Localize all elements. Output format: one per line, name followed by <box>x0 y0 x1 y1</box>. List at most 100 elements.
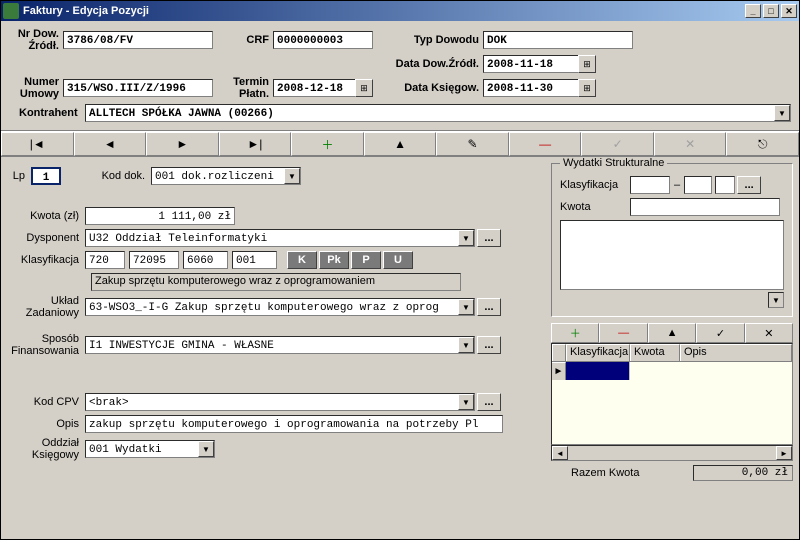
up-button[interactable]: ▲ <box>364 132 437 156</box>
typ-dowodu-label: Typ Dowodu <box>373 34 483 46</box>
kod-cpv-dropdown-icon[interactable]: ▼ <box>458 394 474 410</box>
app-icon <box>3 3 19 19</box>
kod-dok-label: Kod dok. <box>81 170 151 182</box>
data-dow-calendar-icon[interactable]: ⊞ <box>578 55 596 73</box>
minimize-button[interactable]: _ <box>745 4 761 18</box>
ws-klas-browse-button[interactable]: ... <box>737 176 761 194</box>
ws-cell-klas[interactable] <box>566 362 630 380</box>
kontrahent-dropdown-icon[interactable]: ▼ <box>774 105 790 121</box>
dysponent-browse-button[interactable]: ... <box>477 229 501 247</box>
seg-pk-button[interactable]: Pk <box>319 251 349 269</box>
ws-klas-field-1[interactable] <box>630 176 670 194</box>
ws-scroll-right-icon[interactable]: ► <box>776 446 792 460</box>
confirm-button[interactable]: ✓ <box>581 132 654 156</box>
uklad-browse-button[interactable]: ... <box>477 298 501 316</box>
close-button[interactable]: ✕ <box>781 4 797 18</box>
klas-field-3[interactable]: 6060 <box>183 251 228 269</box>
ws-kwota-label: Kwota <box>560 201 630 213</box>
add-record-button[interactable]: ＋ <box>291 132 364 156</box>
nr-dow-label: Nr Dow. Źródł. <box>9 28 63 52</box>
oddzial-field[interactable]: 001 Wydatki <box>85 440 215 458</box>
data-ksieg-calendar-icon[interactable]: ⊞ <box>578 79 596 97</box>
ws-razem-value: 0,00 zł <box>693 465 793 481</box>
prev-record-button[interactable]: ◄ <box>74 132 147 156</box>
klas-field-2[interactable]: 72095 <box>129 251 179 269</box>
ws-up-button[interactable]: ▲ <box>648 323 696 343</box>
termin-platn-field[interactable]: 2008-12-18 <box>273 79 355 97</box>
titlebar: Faktury - Edycja Pozycji _ □ ✕ <box>1 1 799 21</box>
oddzial-dropdown-icon[interactable]: ▼ <box>198 441 214 457</box>
opis-field[interactable]: zakup sprzętu komputerowego i oprogramow… <box>85 415 503 433</box>
ws-delete-button[interactable]: — <box>599 323 647 343</box>
seg-k-button[interactable]: K <box>287 251 317 269</box>
ws-grid-header-klas[interactable]: Klasyfikacja <box>566 344 630 361</box>
kod-dok-field[interactable]: 001 dok.rozliczeni <box>151 167 301 185</box>
ws-cancel-button[interactable]: ✕ <box>745 323 793 343</box>
left-form: Lp 1 Kod dok. 001 dok.rozliczeni ▼ Kwota… <box>1 157 549 539</box>
oddzial-label: Oddział Księgowy <box>11 437 85 461</box>
ws-grid-header-kwota[interactable]: Kwota <box>630 344 680 361</box>
ws-textarea-scroll-icon[interactable]: ▼ <box>768 292 784 308</box>
opis-label: Opis <box>11 418 85 430</box>
last-record-button[interactable]: ►| <box>219 132 292 156</box>
ws-klas-field-3[interactable] <box>715 176 735 194</box>
cancel-button[interactable]: ✕ <box>654 132 727 156</box>
sposob-browse-button[interactable]: ... <box>477 336 501 354</box>
seg-p-button[interactable]: P <box>351 251 381 269</box>
kod-dok-dropdown-icon[interactable]: ▼ <box>284 168 300 184</box>
data-ksieg-field[interactable]: 2008-11-30 <box>483 79 578 97</box>
ws-title: Wydatki Strukturalne <box>560 157 667 169</box>
typ-dowodu-field[interactable]: DOK <box>483 31 633 49</box>
kontrahent-field[interactable]: ALLTECH SPÓŁKA JAWNA (00266) <box>85 104 791 122</box>
uklad-dropdown-icon[interactable]: ▼ <box>458 299 474 315</box>
kwota-label: Kwota (zł) <box>11 210 85 222</box>
edit-button[interactable]: ✎ <box>436 132 509 156</box>
dysponent-dropdown-icon[interactable]: ▼ <box>458 230 474 246</box>
uklad-field[interactable]: 63-WSO3_-I-G Zakup sprzętu komputerowego… <box>85 298 475 316</box>
ws-grid-row[interactable]: ► <box>552 362 792 380</box>
ws-row-indicator-icon: ► <box>552 362 566 380</box>
ws-dash: – <box>670 179 684 191</box>
next-record-button[interactable]: ► <box>146 132 219 156</box>
dysponent-field[interactable]: U32 Oddział Teleinformatyki <box>85 229 475 247</box>
data-dow-label: Data Dow.Źródł. <box>373 58 483 70</box>
sposob-label: Sposób Finansowania <box>11 333 85 357</box>
termin-platn-label: Termin Płatn. <box>213 76 273 100</box>
sposob-field[interactable]: I1 INWESTYCJE GMINA - WŁASNE <box>85 336 475 354</box>
ws-razem-label: Razem Kwota <box>551 467 693 479</box>
ws-confirm-button[interactable]: ✓ <box>696 323 744 343</box>
nr-dow-field[interactable]: 3786/08/FV <box>63 31 213 49</box>
ws-klas-field-2[interactable] <box>684 176 712 194</box>
lp-field[interactable]: 1 <box>31 167 61 185</box>
termin-platn-calendar-icon[interactable]: ⊞ <box>355 79 373 97</box>
wydatki-strukturalne-group: Wydatki Strukturalne Klasyfikacja – ... … <box>551 163 793 317</box>
kod-cpv-field[interactable]: <brak> <box>85 393 475 411</box>
ws-scroll-left-icon[interactable]: ◄ <box>552 446 568 460</box>
window: Faktury - Edycja Pozycji _ □ ✕ Nr Dow. Ź… <box>0 0 800 540</box>
delete-button[interactable]: — <box>509 132 582 156</box>
ws-kwota-field[interactable] <box>630 198 780 216</box>
ws-add-button[interactable]: ＋ <box>551 323 599 343</box>
data-dow-field[interactable]: 2008-11-18 <box>483 55 578 73</box>
maximize-button[interactable]: □ <box>763 4 779 18</box>
uklad-label: Układ Zadaniowy <box>11 295 85 319</box>
ws-horizontal-scrollbar[interactable]: ◄ ► <box>551 445 793 461</box>
sposob-dropdown-icon[interactable]: ▼ <box>458 337 474 353</box>
exit-button[interactable]: ⎋ <box>726 132 799 156</box>
klasyfikacja-description: Zakup sprzętu komputerowego wraz z oprog… <box>91 273 461 291</box>
kod-cpv-browse-button[interactable]: ... <box>477 393 501 411</box>
lp-label: Lp <box>11 170 31 182</box>
klas-field-4[interactable]: 001 <box>232 251 277 269</box>
crf-label: CRF <box>213 34 273 46</box>
ws-textarea[interactable] <box>560 220 784 290</box>
ws-grid-header-opis[interactable]: Opis <box>680 344 792 361</box>
kwota-field[interactable]: 1 111,00 zł <box>85 207 235 225</box>
numer-umowy-label: Numer Umowy <box>9 76 63 100</box>
seg-u-button[interactable]: U <box>383 251 413 269</box>
record-toolbar: |◄ ◄ ► ►| ＋ ▲ ✎ — ✓ ✕ ⎋ <box>1 131 799 157</box>
crf-field[interactable]: 0000000003 <box>273 31 373 49</box>
klas-field-1[interactable]: 720 <box>85 251 125 269</box>
first-record-button[interactable]: |◄ <box>1 132 74 156</box>
right-panel: Wydatki Strukturalne Klasyfikacja – ... … <box>549 157 799 539</box>
numer-umowy-field[interactable]: 315/WSO.III/Z/1996 <box>63 79 213 97</box>
